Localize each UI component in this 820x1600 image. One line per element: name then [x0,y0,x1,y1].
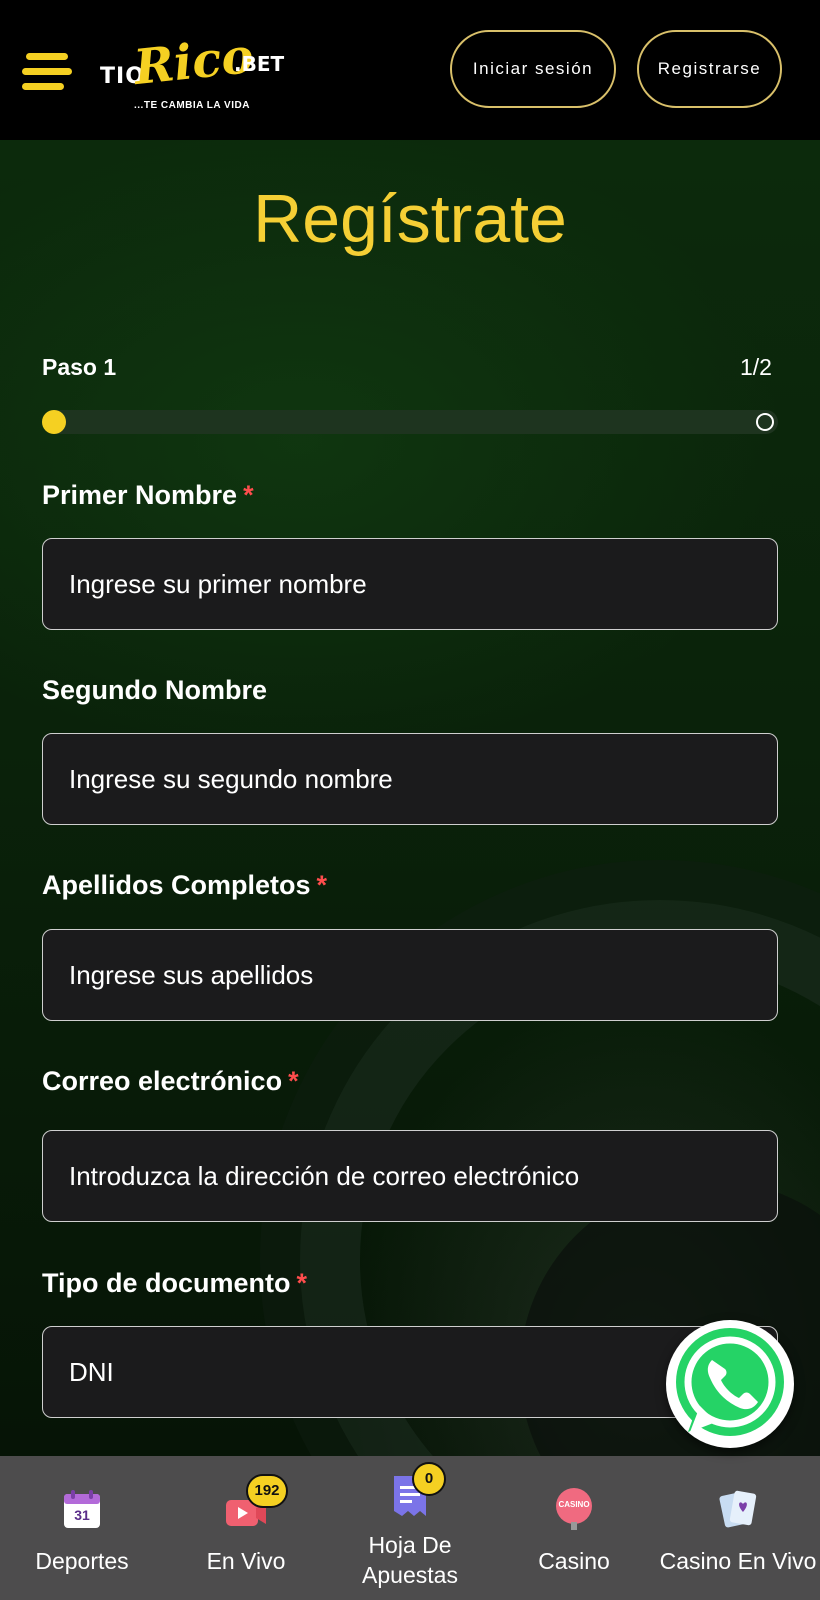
bottom-navigation: 31 Deportes 192 En Vivo 0 Hoja De Apuest… [0,1456,820,1600]
bet-slip-count-badge: 0 [412,1462,446,1496]
nav-label-deportes: Deportes [35,1548,129,1574]
page-title: Regístrate [253,181,567,257]
calendar-day: 31 [74,1507,90,1523]
nav-item-casino-en-vivo[interactable]: Casino En Vivo [656,1456,820,1600]
nav-item-en-vivo[interactable]: 192 En Vivo [190,1456,302,1600]
nav-label-casino: Casino [538,1548,610,1574]
required-asterisk: * [288,1066,299,1096]
login-button[interactable]: Iniciar sesión [450,30,616,108]
last-names-label: Apellidos Completos * [42,870,327,901]
logo-tagline: ...TE CAMBIA LA VIDA [134,100,250,111]
calendar-icon: 31 [60,1488,104,1532]
nav-label-line2: Apuestas [362,1562,458,1588]
last-names-label-text: Apellidos Completos [42,870,311,900]
doc-type-label: Tipo de documento * [42,1268,307,1299]
register-button[interactable]: Registrarse [637,30,782,108]
first-name-label: Primer Nombre * [42,480,254,511]
casino-sign-icon: CASINO [552,1488,596,1532]
top-header: TIO Rico .BET ...TE CAMBIA LA VIDA Inici… [0,0,820,140]
required-asterisk: * [316,870,328,900]
doc-type-selected-value: DNI [69,1356,114,1387]
required-asterisk: * [296,1268,308,1298]
brand-logo[interactable]: TIO Rico .BET ...TE CAMBIA LA VIDA [100,28,284,120]
nav-label-line1: Hoja De [368,1532,452,1558]
step-progress-bar [42,410,778,434]
casino-sign-text: CASINO [558,1500,590,1509]
doc-type-label-text: Tipo de documento [42,1268,291,1298]
nav-item-deportes[interactable]: 31 Deportes [20,1456,144,1600]
progress-end-dot [756,413,774,431]
whatsapp-button[interactable] [666,1320,794,1448]
middle-name-input[interactable] [42,733,778,825]
first-name-label-text: Primer Nombre [42,480,238,510]
hamburger-menu-icon[interactable] [22,53,72,93]
middle-name-label: Segundo Nombre [42,675,268,705]
step-count: 1/2 [740,354,772,380]
playing-cards-icon [716,1488,760,1532]
nav-label-casino-en-vivo: Casino En Vivo [659,1548,817,1574]
email-input[interactable] [42,1130,778,1222]
required-asterisk: * [243,480,254,510]
nav-item-casino[interactable]: CASINO Casino [522,1456,626,1600]
whatsapp-icon [676,1328,784,1436]
nav-item-hoja-de-apuestas[interactable]: 0 Hoja De Apuestas [348,1456,472,1600]
first-name-input[interactable] [42,538,778,630]
nav-label-hoja-de-apuestas: Hoja De Apuestas [362,1530,458,1590]
email-label-text: Correo electrónico [42,1066,283,1096]
progress-current-dot [42,410,66,434]
nav-label-en-vivo: En Vivo [206,1548,286,1574]
email-label: Correo electrónico * [42,1066,299,1097]
last-names-input[interactable] [42,929,778,1021]
live-count-badge: 192 [246,1474,288,1508]
logo-bet-text: .BET [234,52,285,76]
live-video-icon: 192 [224,1474,288,1532]
step-label: Paso 1 [42,354,117,380]
bet-slip-icon: 0 [388,1462,446,1518]
